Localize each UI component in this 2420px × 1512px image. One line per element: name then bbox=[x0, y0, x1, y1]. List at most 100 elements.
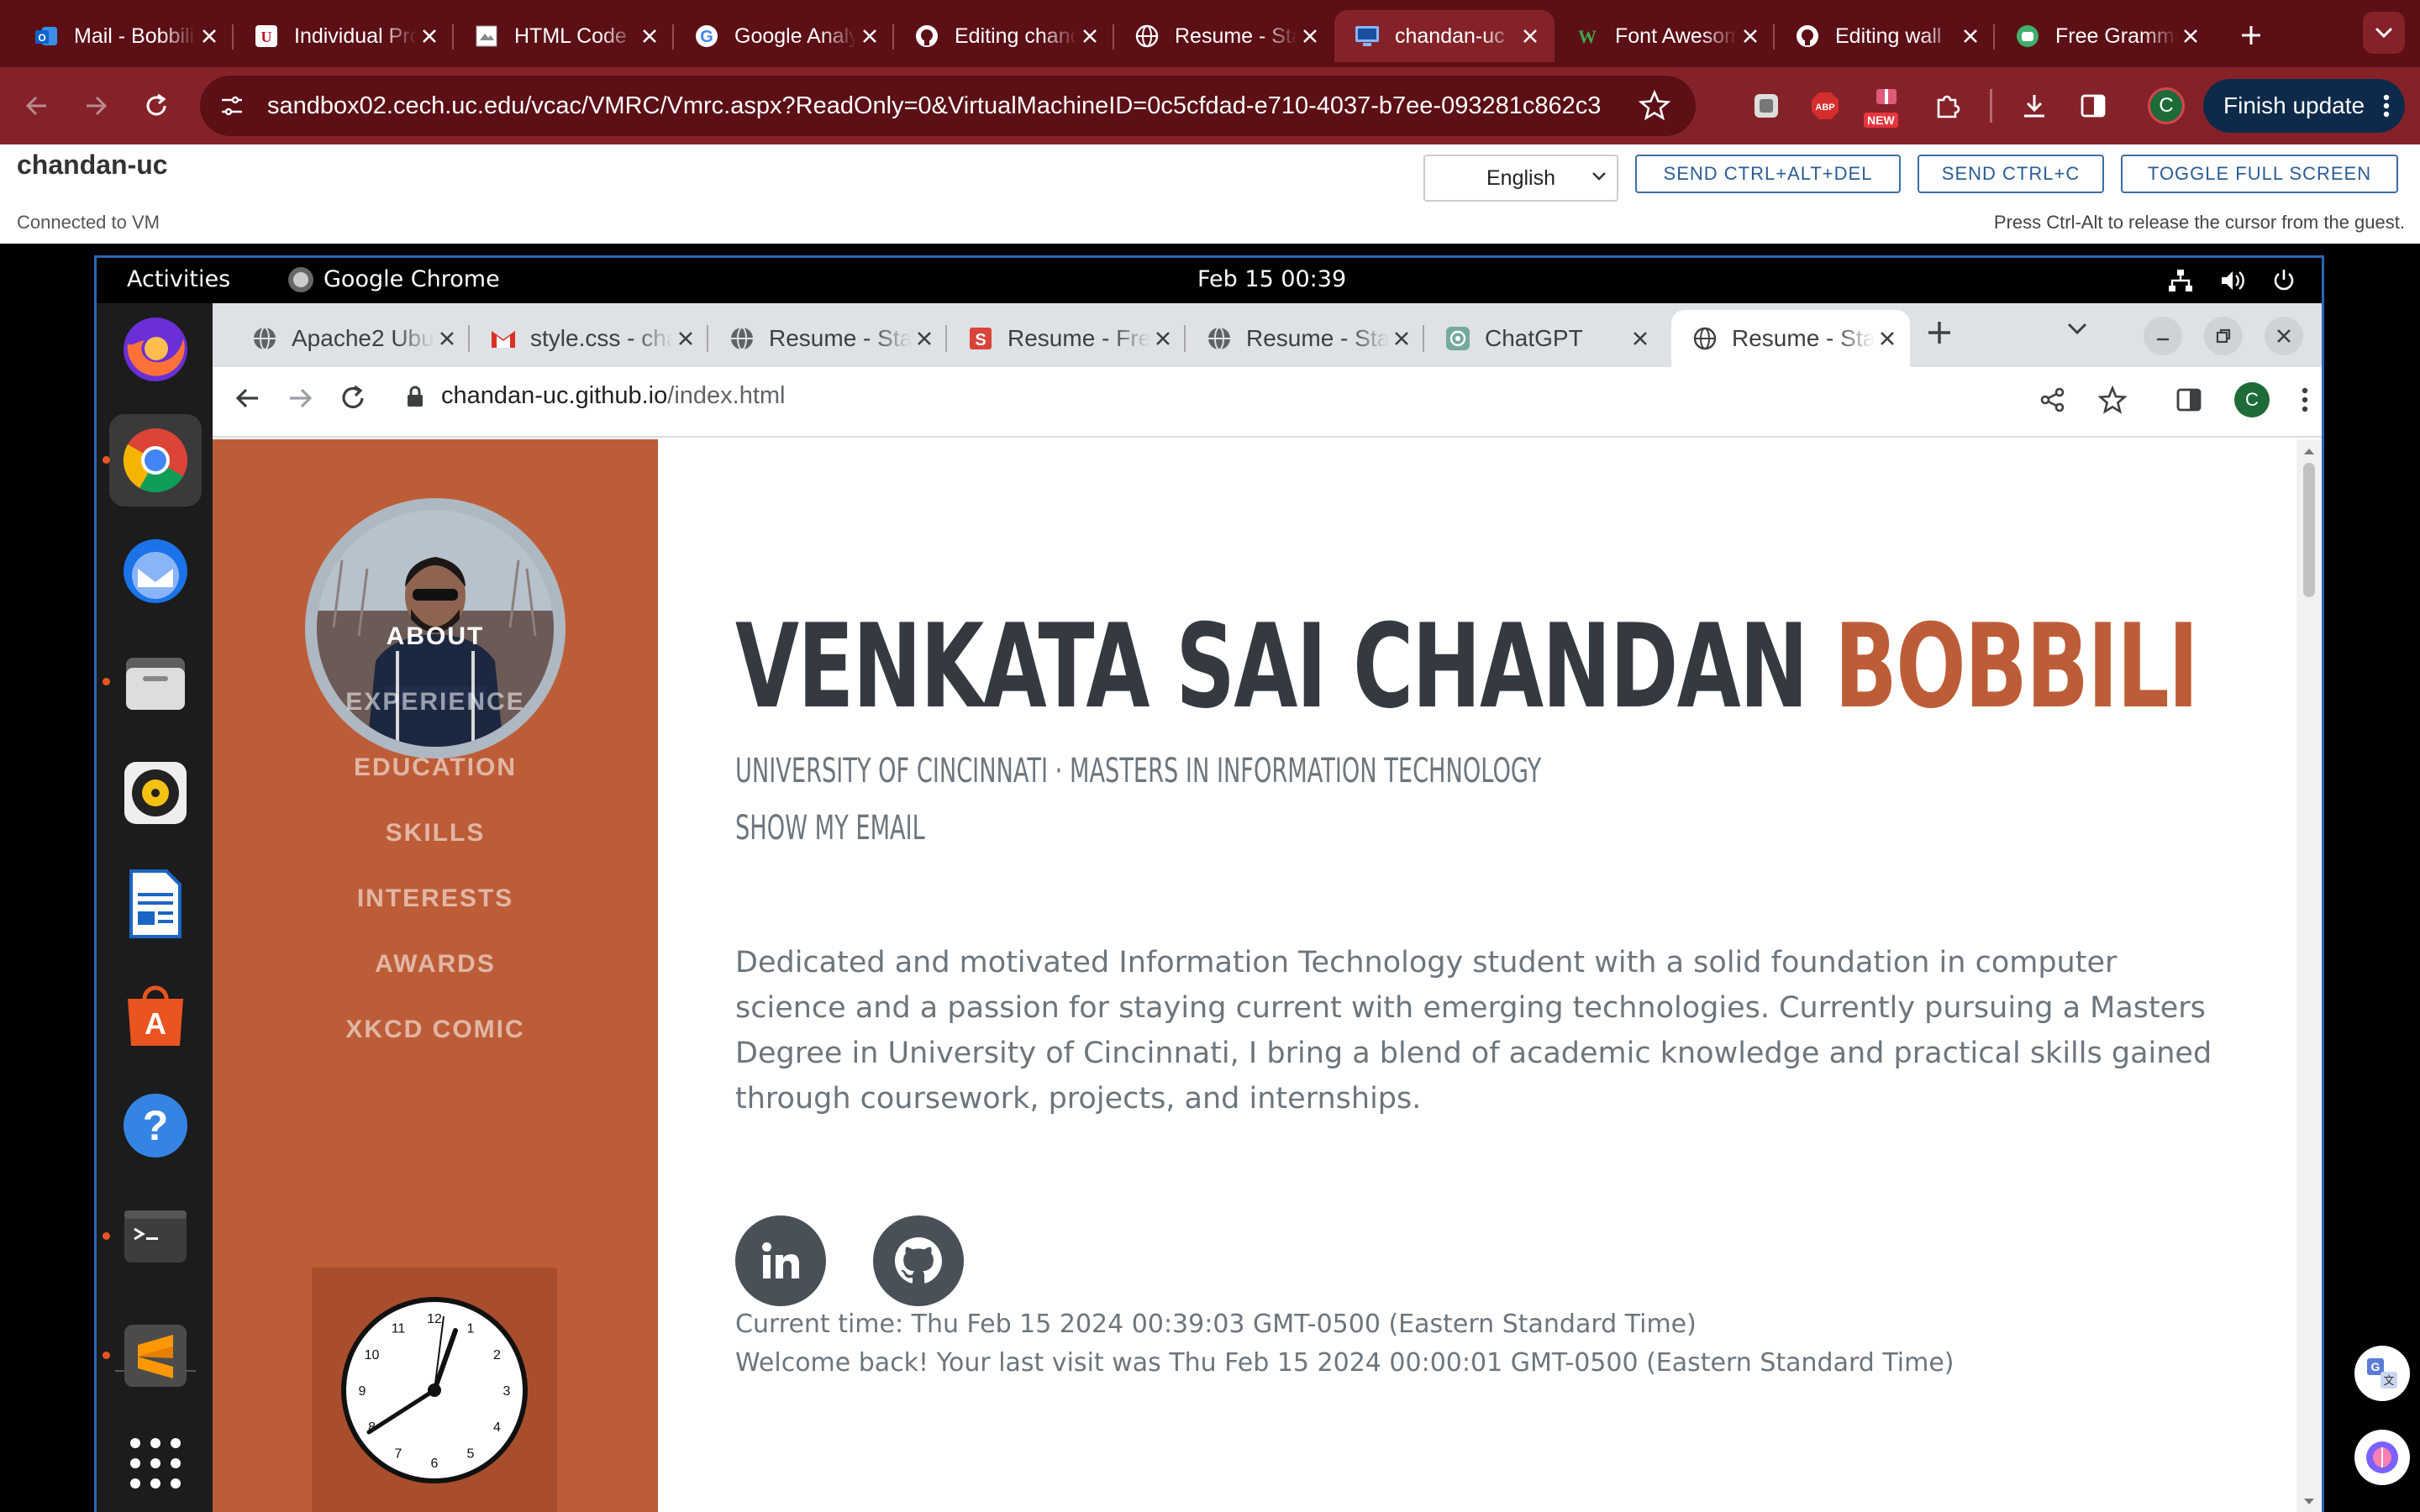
back-button[interactable] bbox=[13, 82, 60, 129]
thunderbird-icon[interactable] bbox=[109, 525, 202, 617]
nav-link-education[interactable]: EDUCATION bbox=[213, 753, 658, 782]
github-button[interactable] bbox=[873, 1215, 964, 1306]
system-clock[interactable]: Feb 15 00:39 bbox=[1197, 266, 1346, 292]
linkedin-button[interactable] bbox=[735, 1215, 826, 1306]
firefox-icon[interactable] bbox=[109, 303, 202, 396]
extension-button[interactable] bbox=[1743, 82, 1790, 129]
nav-link-interests[interactable]: INTERESTS bbox=[213, 885, 658, 913]
forward-button[interactable] bbox=[72, 82, 119, 129]
bookmark-star-icon[interactable] bbox=[1639, 89, 1670, 121]
language-select[interactable]: English bbox=[1423, 155, 1618, 202]
ubuntu-software-icon[interactable]: A bbox=[109, 969, 202, 1061]
nav-link-about[interactable]: ABOUT bbox=[213, 622, 658, 651]
vm-console[interactable]: Activities Google Chrome Feb 15 00:39 A … bbox=[0, 244, 2420, 1512]
show-applications-icon[interactable] bbox=[109, 1417, 202, 1509]
browser-tab[interactable]: Editing wall bbox=[1775, 10, 1995, 62]
terminal-icon[interactable] bbox=[103, 1190, 202, 1283]
browser-tab[interactable]: G Google Analytics bbox=[674, 10, 894, 62]
system-tray[interactable] bbox=[2167, 268, 2296, 293]
share-icon[interactable] bbox=[2039, 386, 2066, 413]
adblock-plus-button[interactable]: ABP bbox=[1802, 82, 1849, 129]
close-icon[interactable] bbox=[1150, 326, 1176, 351]
side-panel-button[interactable] bbox=[2070, 82, 2117, 129]
finish-update-button[interactable]: Finish update bbox=[2203, 79, 2405, 133]
reload-button[interactable] bbox=[339, 384, 367, 412]
guest-tab[interactable]: Resume - Start bbox=[1186, 310, 1424, 367]
close-icon[interactable] bbox=[1875, 326, 1900, 351]
nav-link-skills[interactable]: SKILLS bbox=[213, 819, 658, 848]
new-tab-button[interactable] bbox=[2230, 14, 2272, 56]
app-menu[interactable]: Google Chrome bbox=[288, 266, 500, 292]
files-icon[interactable] bbox=[103, 636, 202, 728]
extensions-button[interactable] bbox=[1924, 82, 1971, 129]
site-info-icon[interactable] bbox=[218, 92, 245, 119]
minimize-button[interactable] bbox=[2144, 317, 2182, 355]
close-icon[interactable] bbox=[1958, 24, 1983, 49]
close-icon[interactable] bbox=[1077, 24, 1102, 49]
libreoffice-writer-icon[interactable] bbox=[109, 858, 202, 950]
downloads-button[interactable] bbox=[2011, 82, 2058, 129]
profile-button[interactable]: C bbox=[2141, 81, 2191, 131]
close-icon[interactable] bbox=[857, 24, 882, 49]
page-scrollbar[interactable] bbox=[2296, 439, 2322, 1512]
bookmark-star-icon[interactable] bbox=[2098, 386, 2127, 414]
ai-assistant-button[interactable] bbox=[2354, 1430, 2410, 1485]
close-icon[interactable] bbox=[1297, 24, 1323, 49]
show-email-link[interactable]: SHOW MY EMAIL bbox=[735, 809, 925, 848]
browser-tab[interactable]: O Mail - Bobbili bbox=[13, 10, 234, 62]
close-icon[interactable] bbox=[673, 326, 698, 351]
help-icon[interactable]: ? bbox=[109, 1079, 202, 1172]
nav-link-awards[interactable]: AWARDS bbox=[213, 950, 658, 979]
browser-tab[interactable]: W Font Awesome bbox=[1555, 10, 1775, 62]
new-extension-button[interactable]: NEW bbox=[1860, 82, 1912, 129]
scroll-up-arrow-icon[interactable] bbox=[2296, 443, 2322, 459]
toggle-fullscreen-button[interactable]: TOGGLE FULL SCREEN bbox=[2121, 155, 2398, 193]
nav-link-xkcd-comic[interactable]: XKCD COMIC bbox=[213, 1016, 658, 1044]
close-window-button[interactable] bbox=[2265, 317, 2303, 355]
browser-tab[interactable]: HTML Code bbox=[454, 10, 674, 62]
back-button[interactable] bbox=[233, 384, 261, 412]
close-icon[interactable] bbox=[637, 24, 662, 49]
close-icon[interactable] bbox=[912, 326, 937, 351]
activities-button[interactable]: Activities bbox=[127, 266, 230, 292]
scroll-down-arrow-icon[interactable] bbox=[2296, 1494, 2322, 1510]
guest-tab[interactable]: Resume - Start bbox=[708, 310, 947, 367]
more-vert-icon[interactable] bbox=[2302, 387, 2308, 412]
guest-profile-avatar[interactable]: C bbox=[2234, 382, 2270, 417]
close-icon[interactable] bbox=[1518, 24, 1543, 49]
forward-button[interactable] bbox=[287, 384, 315, 412]
guest-address-bar[interactable]: chandan-uc.github.io/index.html bbox=[406, 382, 786, 410]
send-ctrl-c-button[interactable]: SEND CTRL+C bbox=[1918, 155, 2104, 193]
browser-tab-active[interactable]: chandan-uc bbox=[1334, 10, 1555, 62]
tab-search-button[interactable] bbox=[2066, 322, 2088, 337]
guest-tab[interactable]: style.css - chandan bbox=[470, 310, 708, 367]
restore-button[interactable] bbox=[2204, 317, 2243, 355]
guest-tab[interactable]: Apache2 Ubuntu bbox=[231, 310, 470, 367]
guest-tab[interactable]: ChatGPT bbox=[1424, 310, 1663, 367]
translate-button[interactable]: G文 bbox=[2354, 1346, 2410, 1401]
browser-tab[interactable]: U Individual Project bbox=[234, 10, 454, 62]
close-icon[interactable] bbox=[197, 24, 222, 49]
tab-search-button[interactable] bbox=[2363, 12, 2405, 54]
chrome-dock-icon[interactable] bbox=[103, 414, 202, 507]
guest-tab[interactable]: S Resume - Free bbox=[947, 310, 1186, 367]
scrollbar-thumb[interactable] bbox=[2303, 463, 2315, 597]
new-tab-button[interactable] bbox=[1927, 320, 1952, 345]
send-ctrl-alt-del-button[interactable]: SEND CTRL+ALT+DEL bbox=[1635, 155, 1901, 193]
reload-button[interactable] bbox=[133, 82, 180, 129]
browser-tab[interactable]: Editing chandan bbox=[894, 10, 1114, 62]
browser-tab[interactable]: Free Grammar bbox=[1995, 10, 2215, 62]
close-icon[interactable] bbox=[417, 24, 442, 49]
rhythmbox-icon[interactable] bbox=[109, 747, 202, 839]
close-icon[interactable] bbox=[1389, 326, 1414, 351]
browser-tab[interactable]: Resume - Start bbox=[1114, 10, 1334, 62]
close-icon[interactable] bbox=[2178, 24, 2203, 49]
close-icon[interactable] bbox=[1738, 24, 1763, 49]
close-icon[interactable] bbox=[1628, 326, 1653, 351]
close-icon[interactable] bbox=[434, 326, 460, 351]
side-panel-icon[interactable] bbox=[2175, 386, 2202, 413]
nav-link-experience[interactable]: EXPERIENCE bbox=[213, 688, 658, 717]
guest-tab-active[interactable]: Resume - Start bbox=[1671, 310, 1910, 367]
address-bar[interactable]: sandbox02.cech.uc.edu/vcac/VMRC/Vmrc.asp… bbox=[200, 76, 1696, 136]
sublime-text-icon[interactable] bbox=[103, 1310, 202, 1402]
